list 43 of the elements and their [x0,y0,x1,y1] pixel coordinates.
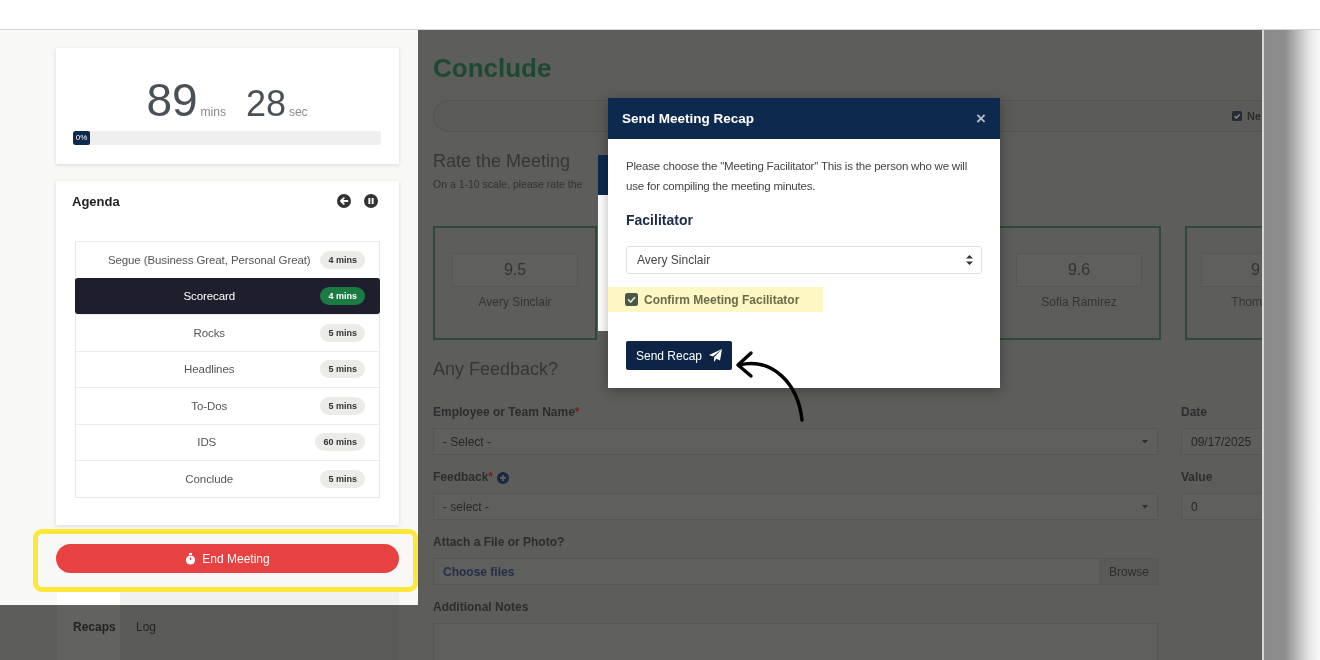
duration-badge: 4 mins [320,287,365,306]
select-field[interactable]: Avery Sinclair [626,246,982,274]
progress-fill: 0% [73,131,90,145]
seconds-unit: sec [288,105,308,119]
duration-badge: 5 mins [320,469,365,488]
close-button[interactable]: × [976,110,986,127]
paper-plane-icon [709,349,723,362]
agenda-item[interactable]: Rocks 5 mins [76,314,379,351]
duration-badge: 5 mins [320,360,365,379]
field-label: Facilitator [626,211,694,229]
sort-caret-icon [966,255,973,265]
input-field[interactable]: 0 [1181,493,1262,520]
agenda-item[interactable]: Segue (Business Great, Personal Great) 4 mins [76,241,379,278]
agenda-item[interactable]: IDS 60 mins [76,423,379,460]
caret-icon [1142,504,1148,509]
agenda-item[interactable]: To-Dos 5 mins [76,387,379,424]
dialog-message: Please choose the "Meeting Facilitator" This is the person who we will use for compiling the meeting minutes. [626,159,969,194]
duration-badge: 60 mins [315,433,365,452]
checkbox[interactable] [1231,111,1242,121]
page-title: Conclude [433,52,552,84]
duration-badge: 5 mins [320,396,365,415]
arrow-left-icon[interactable] [337,194,351,208]
agenda-item[interactable]: Conclude 5 mins [76,460,379,497]
input-field[interactable]: 09/17/2025 [1181,428,1262,455]
agenda-title: Agenda [72,193,121,209]
tab[interactable]: Recaps [57,592,120,660]
stopwatch-icon [185,552,197,565]
minutes-unit: mins [200,105,226,119]
minutes-value: 89 [146,75,198,125]
duration-badge: 5 mins [320,323,365,342]
select-field[interactable]: - Select - [433,428,1158,455]
seconds-value: 28 [245,82,286,126]
end-meeting-button[interactable]: End Meeting [56,544,399,573]
agenda-item[interactable]: Headlines 5 mins [76,350,379,387]
file-placeholder: Choose files [443,564,516,579]
duration-badge: 4 mins [320,250,365,269]
caret-icon [1142,439,1148,444]
pause-icon[interactable] [364,194,378,208]
checkbox[interactable] [625,293,638,306]
dialog-title: Send Meeting Recap [622,111,755,126]
checkbox-label: Confirm Meeting Facilitator [644,292,800,307]
send-recap-button[interactable]: Send Recap [626,341,733,370]
agenda-item[interactable]: Scorecard 4 mins [75,277,380,314]
